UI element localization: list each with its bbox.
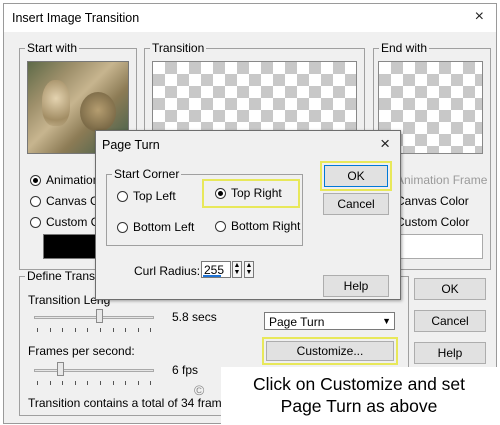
thumbnail-rabbit [80, 92, 116, 132]
ok-button[interactable]: OK [414, 278, 486, 300]
slider-tick [49, 328, 51, 332]
slider-tick [100, 328, 101, 332]
end-option-animation: Animation Frame [396, 173, 488, 187]
dialog-cancel-button[interactable]: Cancel [323, 193, 389, 215]
slider-tick [74, 328, 76, 332]
slider-tick [137, 381, 139, 385]
bottom-left-label: Bottom Left [133, 220, 195, 234]
bottom-left-radio[interactable] [117, 222, 128, 233]
dialog-help-button[interactable]: Help [323, 275, 389, 297]
slider-tick [62, 328, 64, 332]
transition-label: Transition [150, 41, 207, 55]
fps-slider-track[interactable] [34, 369, 154, 372]
effect-selected: Page Turn [269, 315, 325, 329]
slider-tick [137, 328, 139, 332]
end-custom-color-swatch[interactable] [390, 234, 483, 259]
slider-tick [150, 328, 152, 332]
top-left-radio[interactable] [117, 191, 128, 202]
slider-tick [125, 328, 127, 332]
slider-tick [87, 381, 89, 385]
close-icon[interactable]: × [475, 9, 484, 25]
fps-label: Frames per second: [28, 344, 135, 358]
slider-tick [112, 328, 114, 332]
caption-line-2: Page Turn as above [280, 396, 438, 416]
curl-radius-input[interactable]: 255 [201, 261, 231, 278]
bottom-right-radio[interactable] [215, 221, 226, 232]
caption-line-1: Click on Customize and set [252, 374, 466, 394]
slider-tick [62, 381, 64, 385]
length-slider-track[interactable] [34, 316, 154, 319]
page-turn-dialog: Page Turn × Start Corner Top Left Top Ri… [95, 130, 401, 300]
bottom-right-label: Bottom Right [231, 219, 301, 233]
dialog-close-icon[interactable]: × [380, 134, 390, 154]
frames-summary: Transition contains a total of 34 frames… [28, 396, 238, 410]
slider-tick [150, 381, 152, 385]
curl-radius-spinner-alt[interactable]: ▲ ▼ [244, 261, 254, 278]
window-title: Insert Image Transition [12, 11, 140, 25]
dialog-ok-button[interactable]: OK [324, 165, 388, 187]
cancel-button[interactable]: Cancel [414, 310, 486, 332]
fps-slider-thumb[interactable] [56, 362, 64, 376]
start-animation-radio[interactable] [30, 175, 41, 186]
help-button[interactable]: Help [414, 342, 486, 364]
thumbnail-figure [42, 80, 70, 126]
slider-tick [100, 381, 101, 385]
curl-radius-spinner[interactable]: ▲ ▼ [232, 261, 242, 278]
effect-dropdown[interactable]: Page Turn ▼ [264, 312, 395, 330]
end-option-canvas: Canvas Color [396, 194, 469, 208]
end-with-label: End with [379, 41, 430, 55]
transition-length-value: 5.8 secs [172, 310, 217, 324]
title-bar: Insert Image Transition × [4, 4, 496, 32]
slider-tick [37, 381, 38, 385]
customize-button[interactable]: Customize... [266, 341, 394, 361]
start-custom-radio[interactable] [30, 217, 41, 228]
slider-tick [125, 381, 127, 385]
top-right-radio[interactable] [215, 188, 226, 199]
slider-tick [74, 381, 76, 385]
length-slider-thumb[interactable] [96, 309, 104, 323]
slider-tick [37, 328, 38, 332]
fps-value: 6 fps [172, 363, 199, 377]
start-canvas-radio[interactable] [30, 196, 41, 207]
length-slider-ticks [37, 328, 152, 332]
end-option-custom: Custom Color [396, 215, 470, 229]
top-right-label: Top Right [231, 186, 282, 200]
start-corner-label: Start Corner [112, 167, 182, 181]
slider-tick [112, 381, 114, 385]
slider-tick [49, 381, 51, 385]
chevron-down-icon: ▼ [382, 316, 391, 326]
curl-radius-underline [203, 275, 221, 277]
slider-tick [87, 328, 89, 332]
tutorial-caption: Click on Customize and set Page Turn as … [221, 367, 497, 425]
dialog-title: Page Turn [102, 138, 160, 152]
start-with-label: Start with [25, 41, 80, 55]
curl-radius-label: Curl Radius: [134, 264, 201, 278]
top-left-label: Top Left [133, 189, 176, 203]
fps-slider-ticks [37, 381, 152, 385]
